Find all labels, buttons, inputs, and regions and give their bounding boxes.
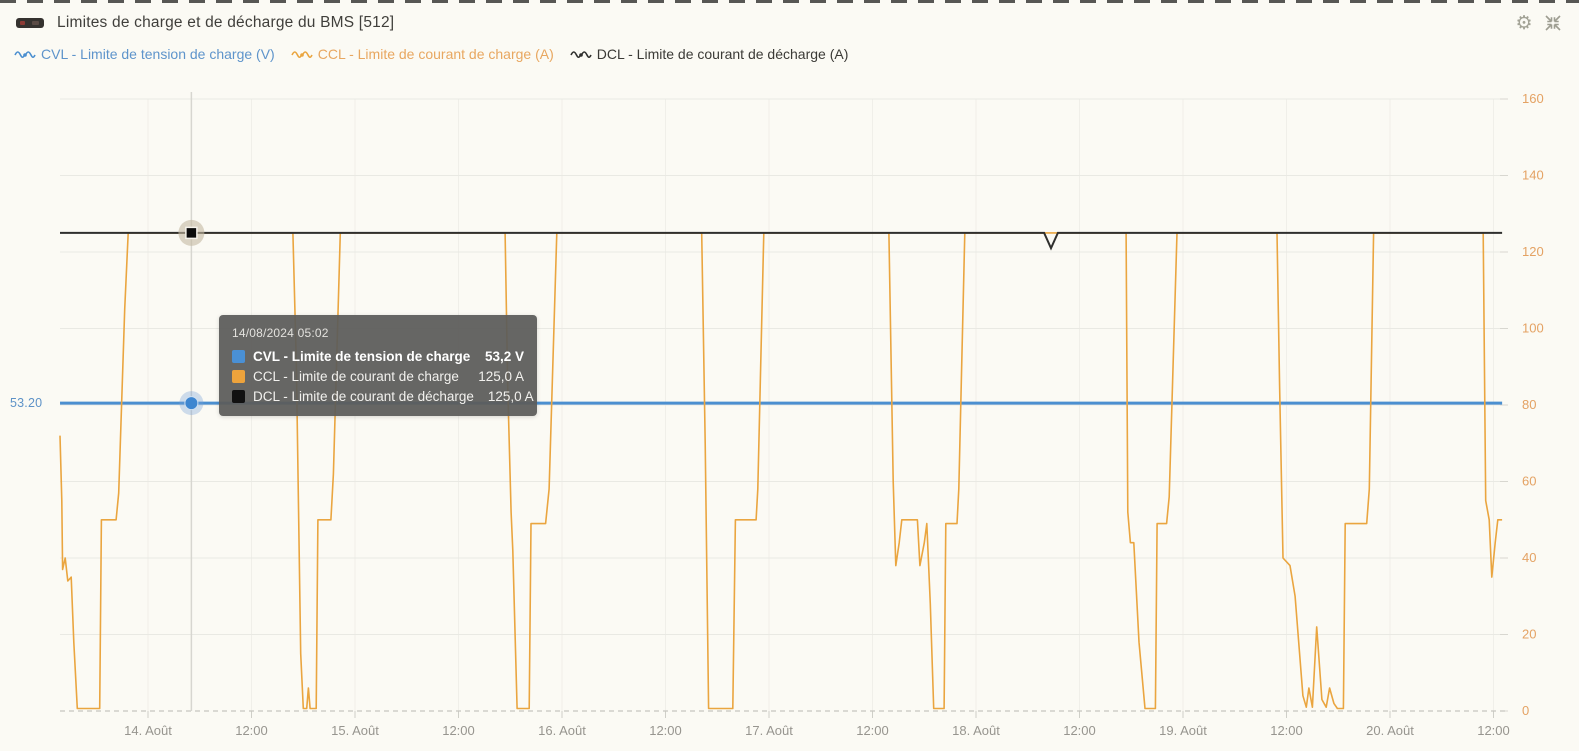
x-tick-label: 15. Août bbox=[331, 723, 379, 738]
x-tick-label: 17. Août bbox=[745, 723, 793, 738]
bms-limits-chart-widget: Limites de charge et de décharge du BMS … bbox=[0, 0, 1579, 751]
y-tick-label: 40 bbox=[1522, 550, 1536, 565]
x-tick-label: 18. Août bbox=[952, 723, 1000, 738]
x-tick-label: 12:00 bbox=[649, 723, 682, 738]
dcl-series-line bbox=[60, 233, 1502, 248]
x-tick-label: 19. Août bbox=[1159, 723, 1207, 738]
tooltip-row-dcl: DCL - Limite de courant de décharge 125,… bbox=[232, 389, 524, 404]
x-tick-label: 12:00 bbox=[856, 723, 889, 738]
x-tick-label: 16. Août bbox=[538, 723, 586, 738]
tooltip-row-ccl: CCL - Limite de courant de charge 125,0 … bbox=[232, 369, 524, 384]
ccl-series-line bbox=[60, 233, 1502, 709]
ccl-color-swatch bbox=[232, 370, 245, 383]
chart-tooltip: 14/08/2024 05:02 CVL - Limite de tension… bbox=[219, 315, 537, 416]
x-tick-label: 14. Août bbox=[124, 723, 172, 738]
dcl-color-swatch bbox=[232, 390, 245, 403]
x-tick-label: 12:00 bbox=[1270, 723, 1303, 738]
y-tick-label: 140 bbox=[1522, 168, 1544, 183]
x-tick-label: 12:00 bbox=[235, 723, 268, 738]
y-tick-label: 20 bbox=[1522, 627, 1536, 642]
cvl-hover-marker bbox=[185, 397, 198, 410]
x-tick-label: 20. Août bbox=[1366, 723, 1414, 738]
tooltip-row-cvl: CVL - Limite de tension de charge 53,2 V bbox=[232, 349, 524, 364]
cvl-color-swatch bbox=[232, 350, 245, 363]
x-tick-label: 12:00 bbox=[442, 723, 475, 738]
y-tick-label: 120 bbox=[1522, 244, 1544, 259]
x-tick-label: 12:00 bbox=[1063, 723, 1096, 738]
dcl-hover-marker bbox=[186, 227, 197, 238]
x-tick-label: 12:00 bbox=[1477, 723, 1510, 738]
cvl-axis-value-label: 53.20 bbox=[10, 396, 42, 410]
y-tick-label: 80 bbox=[1522, 397, 1536, 412]
tooltip-timestamp: 14/08/2024 05:02 bbox=[232, 326, 524, 340]
y-tick-label: 60 bbox=[1522, 474, 1536, 489]
y-tick-label: 100 bbox=[1522, 321, 1544, 336]
y-tick-label: 0 bbox=[1522, 703, 1529, 718]
y-tick-label: 160 bbox=[1522, 91, 1544, 106]
